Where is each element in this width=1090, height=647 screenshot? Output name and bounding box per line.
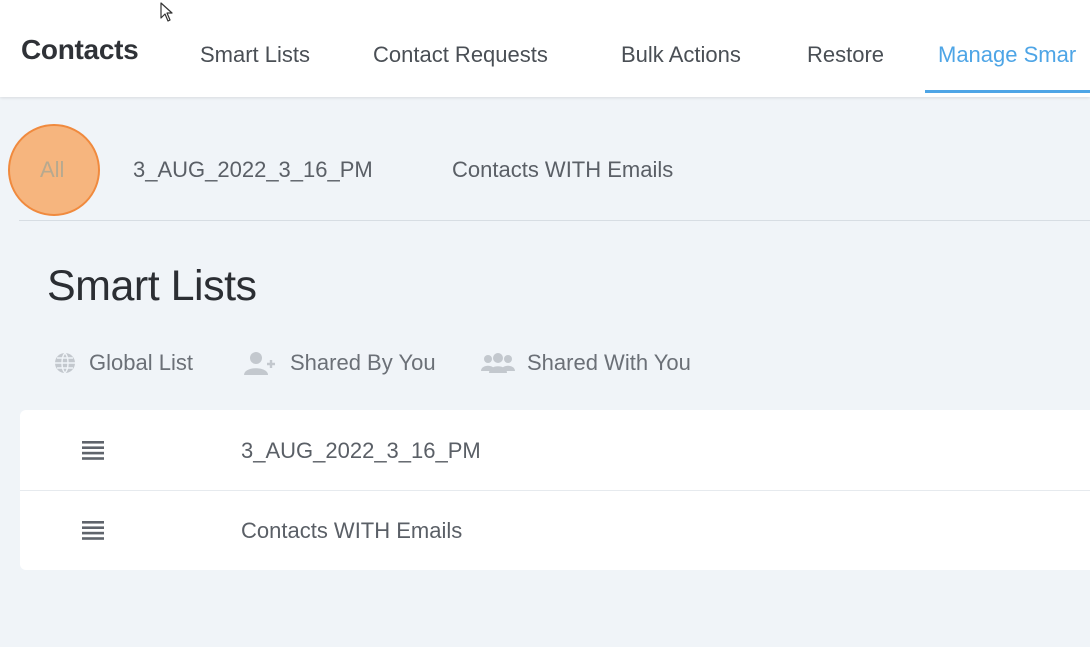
list-item[interactable]: Contacts WITH Emails <box>20 490 1090 570</box>
filter-divider <box>19 220 1090 221</box>
mouse-cursor-icon <box>160 2 173 22</box>
list-name[interactable]: 3_AUG_2022_3_16_PM <box>241 438 481 464</box>
legend-global-list: Global List <box>53 350 193 376</box>
legend-label: Global List <box>89 350 193 375</box>
tab-smart-lists[interactable]: Smart Lists <box>200 42 310 68</box>
tab-manage-smart-lists[interactable]: Manage Smar <box>938 42 1076 68</box>
tab-contact-requests[interactable]: Contact Requests <box>373 42 548 68</box>
list-name[interactable]: Contacts WITH Emails <box>241 518 462 544</box>
legend-shared-with-you: Shared With You <box>481 350 691 376</box>
globe-icon <box>55 352 75 374</box>
users-icon <box>481 353 515 373</box>
smart-lists-table: 3_AUG_2022_3_16_PM Contacts WITH Emails <box>20 410 1090 570</box>
legend-label: Shared By You <box>290 350 436 375</box>
page-title: Smart Lists <box>47 262 257 310</box>
tab-restore[interactable]: Restore <box>807 42 884 68</box>
list-icon <box>82 521 104 540</box>
legend-shared-by-you: Shared By You <box>244 350 436 376</box>
user-plus-icon <box>244 352 275 375</box>
tab-bulk-actions[interactable]: Bulk Actions <box>621 42 741 68</box>
legend-label: Shared With You <box>527 350 691 375</box>
list-icon <box>82 441 104 460</box>
filter-tab-all[interactable]: All <box>40 157 64 183</box>
list-item[interactable]: 3_AUG_2022_3_16_PM <box>20 410 1090 491</box>
active-tab-indicator <box>925 90 1090 93</box>
app-title: Contacts <box>21 34 139 65</box>
filter-tab-3-aug-2022[interactable]: 3_AUG_2022_3_16_PM <box>133 157 373 183</box>
filter-tab-contacts-with-emails[interactable]: Contacts WITH Emails <box>452 157 673 183</box>
